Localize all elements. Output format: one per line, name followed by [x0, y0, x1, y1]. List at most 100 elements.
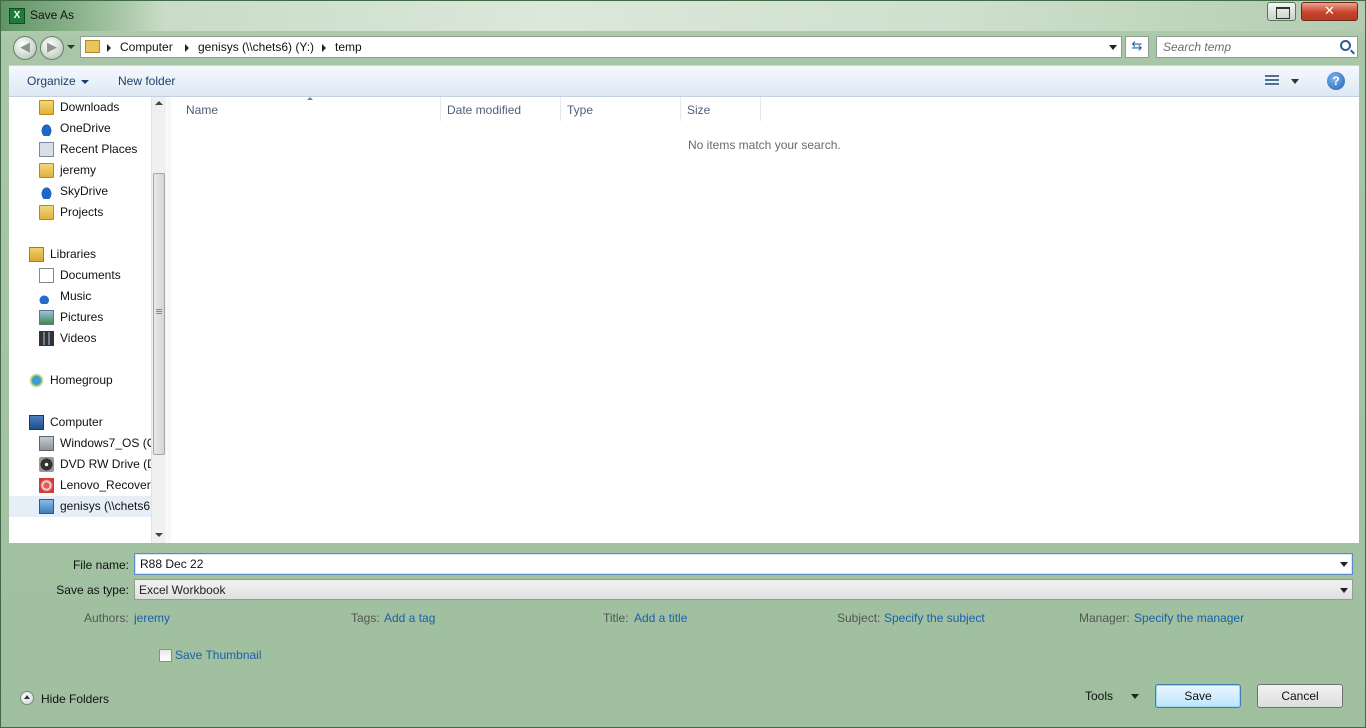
nav-item-label: Projects — [60, 205, 104, 219]
nav-item-genisys[interactable]: genisys (\\chets6 — [9, 496, 159, 517]
nav-item-skydrive[interactable]: SkyDrive — [9, 181, 159, 202]
nav-item-label: Homegroup — [50, 373, 113, 387]
file-list[interactable]: Name Date modified Type Size No items ma… — [171, 97, 1359, 543]
breadcrumb-arrow-icon[interactable] — [185, 44, 189, 52]
nav-item-computer[interactable]: Computer — [9, 412, 159, 433]
nav-item-recent-places[interactable]: Recent Places — [9, 139, 159, 160]
file-name-input[interactable] — [140, 556, 1320, 572]
nav-item-documents[interactable]: Documents — [9, 265, 159, 286]
videos-icon — [39, 331, 54, 346]
manager-value[interactable]: Specify the manager — [1134, 611, 1244, 625]
file-name-combobox[interactable] — [134, 553, 1353, 575]
nav-item-label: DVD RW Drive (D — [60, 457, 156, 471]
authors-label: Authors: — [84, 611, 129, 625]
address-folder-icon — [85, 40, 100, 53]
column-header-date-modified[interactable]: Date modified — [441, 97, 561, 121]
save-thumbnail-checkbox[interactable] — [159, 649, 172, 662]
breadcrumb-computer[interactable]: Computer — [120, 40, 173, 54]
address-bar[interactable]: Computer genisys (\\chets6) (Y:) temp — [80, 36, 1122, 58]
nav-item-homegroup[interactable]: Homegroup — [9, 370, 159, 391]
column-header-type[interactable]: Type — [561, 97, 681, 121]
authors-value[interactable]: jeremy — [134, 611, 170, 625]
save-as-type-select[interactable]: Excel Workbook — [134, 579, 1353, 600]
downloads-folder-icon — [39, 100, 54, 115]
maximize-button[interactable] — [1267, 2, 1296, 21]
search-box[interactable] — [1156, 36, 1358, 58]
title-value[interactable]: Add a title — [634, 611, 687, 625]
file-name-label: File name: — [72, 558, 129, 572]
nav-item-label: Windows7_OS (C — [60, 436, 156, 450]
title-bar[interactable]: X Save As ✕ — [1, 1, 1365, 31]
column-label: Date modified — [447, 103, 522, 117]
nav-item-label: Downloads — [60, 100, 120, 114]
refresh-icon: ⇆ — [1131, 39, 1143, 54]
cancel-button[interactable]: Cancel — [1257, 684, 1343, 708]
nav-item-libraries[interactable]: Libraries — [9, 244, 159, 265]
dvd-drive-icon — [39, 457, 54, 472]
new-folder-button[interactable]: New folder — [118, 74, 175, 88]
nav-item-label: SkyDrive — [60, 184, 109, 198]
forward-arrow-icon: ▶ — [47, 40, 57, 55]
nav-item-videos[interactable]: Videos — [9, 328, 159, 349]
organize-label: Organize — [27, 74, 76, 88]
scrollbar-thumb[interactable] — [153, 173, 165, 455]
nav-item-downloads[interactable]: Downloads — [9, 97, 159, 118]
refresh-button[interactable]: ⇆ — [1125, 36, 1149, 58]
tools-button[interactable]: Tools — [1085, 689, 1113, 703]
save-as-dialog: X Save As ✕ ◀ ▶ Computer genisys (\\chet… — [0, 0, 1366, 728]
subject-value[interactable]: Specify the subject — [884, 611, 985, 625]
nav-item-label: Computer — [50, 415, 103, 429]
nav-item-onedrive[interactable]: OneDrive — [9, 118, 159, 139]
breadcrumb-genisys[interactable]: genisys (\\chets6) (Y:) — [198, 40, 314, 54]
forward-button[interactable]: ▶ — [40, 36, 64, 60]
tools-dropdown-icon[interactable] — [1131, 694, 1139, 699]
network-drive-icon — [39, 499, 54, 514]
change-view-icon[interactable] — [1265, 75, 1279, 87]
nav-item-windows7-os[interactable]: Windows7_OS (C — [9, 433, 159, 454]
view-options-dropdown-icon[interactable] — [1291, 79, 1299, 84]
organize-button[interactable]: Organize — [27, 74, 89, 88]
save-thumbnail-label[interactable]: Save Thumbnail — [175, 648, 262, 662]
recent-locations-dropdown-icon[interactable] — [67, 45, 75, 49]
breadcrumb-temp[interactable]: temp — [335, 40, 362, 54]
close-button[interactable]: ✕ — [1301, 2, 1358, 21]
scroll-up-icon[interactable] — [155, 101, 163, 105]
file-name-dropdown-icon[interactable] — [1340, 562, 1348, 567]
scroll-down-icon[interactable] — [155, 533, 163, 537]
documents-icon — [39, 268, 54, 283]
back-button[interactable]: ◀ — [13, 36, 37, 60]
search-icon[interactable] — [1340, 40, 1351, 51]
address-dropdown-icon[interactable] — [1109, 45, 1117, 50]
nav-item-label: OneDrive — [60, 121, 111, 135]
recent-places-icon — [39, 142, 54, 157]
search-input[interactable] — [1163, 39, 1333, 55]
nav-item-music[interactable]: Music — [9, 286, 159, 307]
tags-value[interactable]: Add a tag — [384, 611, 435, 625]
save-as-type-dropdown-icon[interactable] — [1340, 588, 1348, 593]
breadcrumb-arrow-icon[interactable] — [107, 44, 111, 52]
drive-icon — [39, 436, 54, 451]
column-header-size[interactable]: Size — [681, 97, 761, 121]
sort-ascending-icon — [307, 97, 313, 100]
libraries-icon — [29, 247, 44, 262]
breadcrumb-arrow-icon[interactable] — [322, 44, 326, 52]
nav-item-dvd-drive[interactable]: DVD RW Drive (D — [9, 454, 159, 475]
navigation-scrollbar[interactable] — [151, 97, 166, 543]
nav-item-label: Documents — [60, 268, 121, 282]
nav-item-projects[interactable]: Projects — [9, 202, 159, 223]
navigation-pane[interactable]: Downloads OneDrive Recent Places jeremy … — [9, 97, 167, 543]
nav-item-pictures[interactable]: Pictures — [9, 307, 159, 328]
subject-label: Subject: — [837, 611, 881, 625]
nav-item-jeremy[interactable]: jeremy — [9, 160, 159, 181]
save-as-type-value: Excel Workbook — [139, 583, 226, 597]
hide-folders-icon[interactable] — [20, 691, 34, 705]
help-icon[interactable]: ? — [1327, 72, 1345, 90]
nav-item-label: jeremy — [60, 163, 97, 177]
empty-list-message: No items match your search. — [688, 138, 841, 152]
hide-folders-button[interactable]: Hide Folders — [41, 692, 109, 706]
save-button[interactable]: Save — [1155, 684, 1241, 708]
music-icon — [39, 289, 54, 304]
skydrive-cloud-icon — [39, 184, 54, 199]
column-header-name[interactable]: Name — [171, 97, 441, 121]
nav-item-lenovo-recovery[interactable]: Lenovo_Recovery — [9, 475, 159, 496]
